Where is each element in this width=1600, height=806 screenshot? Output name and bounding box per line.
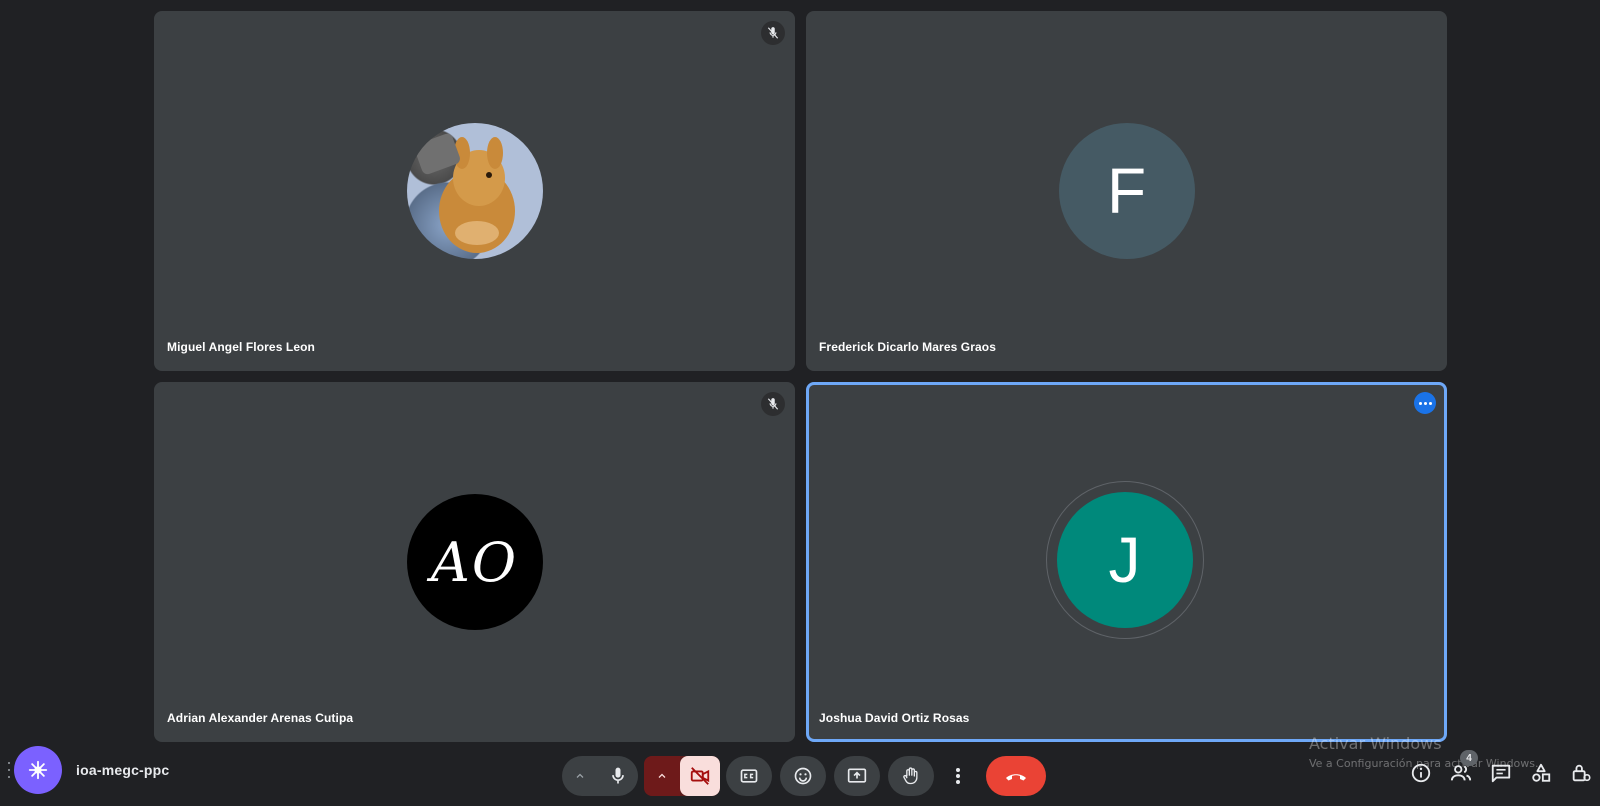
activities-button[interactable] — [14, 746, 62, 794]
side-panel-controls: 4 — [1408, 750, 1594, 786]
microphone-button[interactable] — [598, 756, 638, 796]
info-icon — [1411, 763, 1431, 783]
captions-button[interactable] — [726, 756, 772, 796]
participant-tile[interactable]: Miguel Angel Flores Leon — [154, 11, 795, 371]
video-options-button[interactable] — [644, 756, 680, 796]
activities-icon — [28, 760, 48, 780]
audio-options-button[interactable] — [562, 756, 598, 796]
mic-control-group — [562, 756, 638, 796]
participant-name: Joshua David Ortiz Rosas — [819, 711, 970, 725]
call-controls — [562, 756, 1046, 796]
host-controls-button[interactable] — [1568, 760, 1594, 786]
camera-control-group — [644, 756, 720, 796]
activities-panel-button[interactable] — [1528, 760, 1554, 786]
meeting-details-button[interactable] — [1408, 760, 1434, 786]
participant-tile[interactable]: F Frederick Dicarlo Mares Graos — [806, 11, 1447, 371]
captions-icon — [740, 769, 758, 783]
participants-count-badge: 4 — [1460, 750, 1478, 766]
meeting-info: ioa-megc-ppc — [8, 746, 169, 794]
muted-mic-icon — [761, 21, 785, 45]
hand-icon — [903, 767, 918, 785]
chevron-up-icon — [658, 773, 666, 778]
watermark-title: Activar Windows — [1309, 734, 1442, 753]
more-options-icon[interactable] — [1414, 392, 1436, 414]
participant-avatar-photo — [406, 123, 543, 259]
meeting-code: ioa-megc-ppc — [76, 762, 170, 778]
avatar-initial: F — [1106, 155, 1147, 227]
participant-tile-active[interactable]: J Joshua David Ortiz Rosas — [806, 382, 1447, 742]
chevron-up-icon — [576, 773, 584, 778]
participant-avatar: F — [1058, 123, 1195, 259]
chat-button[interactable] — [1488, 760, 1514, 786]
camera-off-icon — [690, 767, 710, 785]
leave-call-button[interactable] — [986, 756, 1046, 796]
participant-avatar-image: AO — [406, 494, 543, 630]
present-button[interactable] — [834, 756, 880, 796]
participant-name: Frederick Dicarlo Mares Graos — [819, 340, 996, 354]
more-vert-icon — [956, 768, 960, 784]
participant-avatar: J — [1056, 492, 1193, 628]
participant-name: Miguel Angel Flores Leon — [167, 340, 315, 354]
reactions-button[interactable] — [780, 756, 826, 796]
activities-icon — [1532, 763, 1551, 782]
participant-name: Adrian Alexander Arenas Cutipa — [167, 711, 354, 725]
camera-button[interactable] — [680, 756, 720, 796]
present-screen-icon — [847, 768, 867, 783]
people-button[interactable]: 4 — [1448, 750, 1478, 786]
drag-handle-icon[interactable] — [8, 762, 12, 778]
avatar-initial: J — [1108, 524, 1141, 596]
participant-tile[interactable]: AO Adrian Alexander Arenas Cutipa — [154, 382, 795, 742]
more-options-button[interactable] — [942, 756, 974, 796]
chat-icon — [1491, 764, 1511, 783]
host-controls-icon — [1572, 764, 1591, 782]
avatar-logo-text: AO — [430, 530, 519, 594]
raise-hand-button[interactable] — [888, 756, 934, 796]
emoji-icon — [794, 767, 812, 785]
microphone-icon — [612, 767, 624, 784]
call-end-icon — [1006, 774, 1026, 781]
muted-mic-icon — [761, 392, 785, 416]
